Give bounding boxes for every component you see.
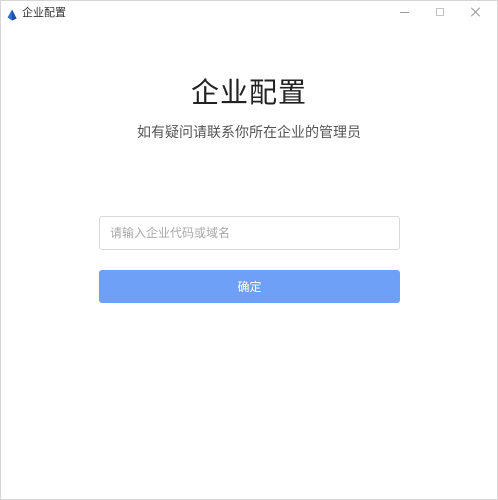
enterprise-code-input[interactable] (100, 217, 399, 249)
app-window: 企业配置 企业配置 如有疑问请联系你所在企业的管理员 确定 (0, 0, 498, 500)
maximize-button[interactable] (425, 1, 455, 23)
close-icon (471, 7, 481, 17)
confirm-button[interactable]: 确定 (99, 270, 400, 303)
minimize-button[interactable] (389, 1, 419, 23)
app-logo-icon (6, 6, 18, 21)
enterprise-code-field-wrapper (99, 216, 400, 250)
window-title: 企业配置 (22, 6, 66, 19)
title-bar[interactable]: 企业配置 (1, 1, 497, 25)
page-subtitle: 如有疑问请联系你所在企业的管理员 (137, 125, 361, 141)
maximize-icon (436, 8, 444, 16)
close-button[interactable] (461, 1, 491, 23)
minimize-icon (399, 11, 409, 13)
page-title: 企业配置 (190, 76, 307, 109)
